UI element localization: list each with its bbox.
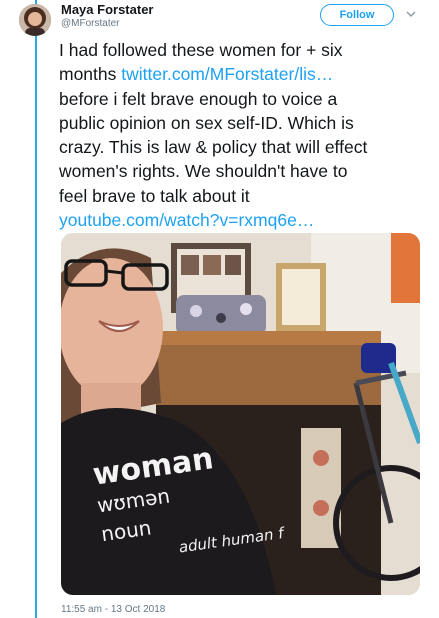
chevron-down-icon[interactable] xyxy=(403,6,419,22)
tweet-line: I had followed these women for + six xyxy=(59,40,343,60)
tweet-line: months twitter.com/MForstater/lis… xyxy=(59,62,429,86)
tweet-line: before i felt brave enough to voice a xyxy=(59,88,338,109)
follow-button[interactable]: Follow xyxy=(320,4,394,26)
tweet-text: I had followed these women for + six mon… xyxy=(59,38,429,232)
thread-connector-line xyxy=(35,0,37,618)
avatar-image xyxy=(19,4,51,36)
author-avatar[interactable] xyxy=(19,4,51,36)
tweet-line: women's rights. We shouldn't have to xyxy=(59,161,348,182)
tweet-line: youtube.com/watch?v=rxmq6e… xyxy=(59,208,429,232)
tweet-timestamp[interactable]: 11:55 am - 13 Oct 2018 xyxy=(61,604,165,615)
tweet-line: feel brave to talk about it xyxy=(59,185,250,206)
tweet-line: public opinion on sex self-ID. Which is xyxy=(59,112,354,133)
tweet-line: crazy. This is law & policy that will ef… xyxy=(59,137,368,158)
tweet-link-twitter[interactable]: twitter.com/MForstater/lis… xyxy=(121,64,333,84)
tweet-line-text: months xyxy=(59,64,122,85)
author-handle[interactable]: @MForstater xyxy=(61,18,120,29)
author-display-name[interactable]: Maya Forstater xyxy=(61,2,153,17)
tweet-link-youtube[interactable]: youtube.com/watch?v=rxmq6e… xyxy=(59,210,314,230)
tweet-photo[interactable]: woman wʊmən noun adult human f xyxy=(61,233,420,595)
